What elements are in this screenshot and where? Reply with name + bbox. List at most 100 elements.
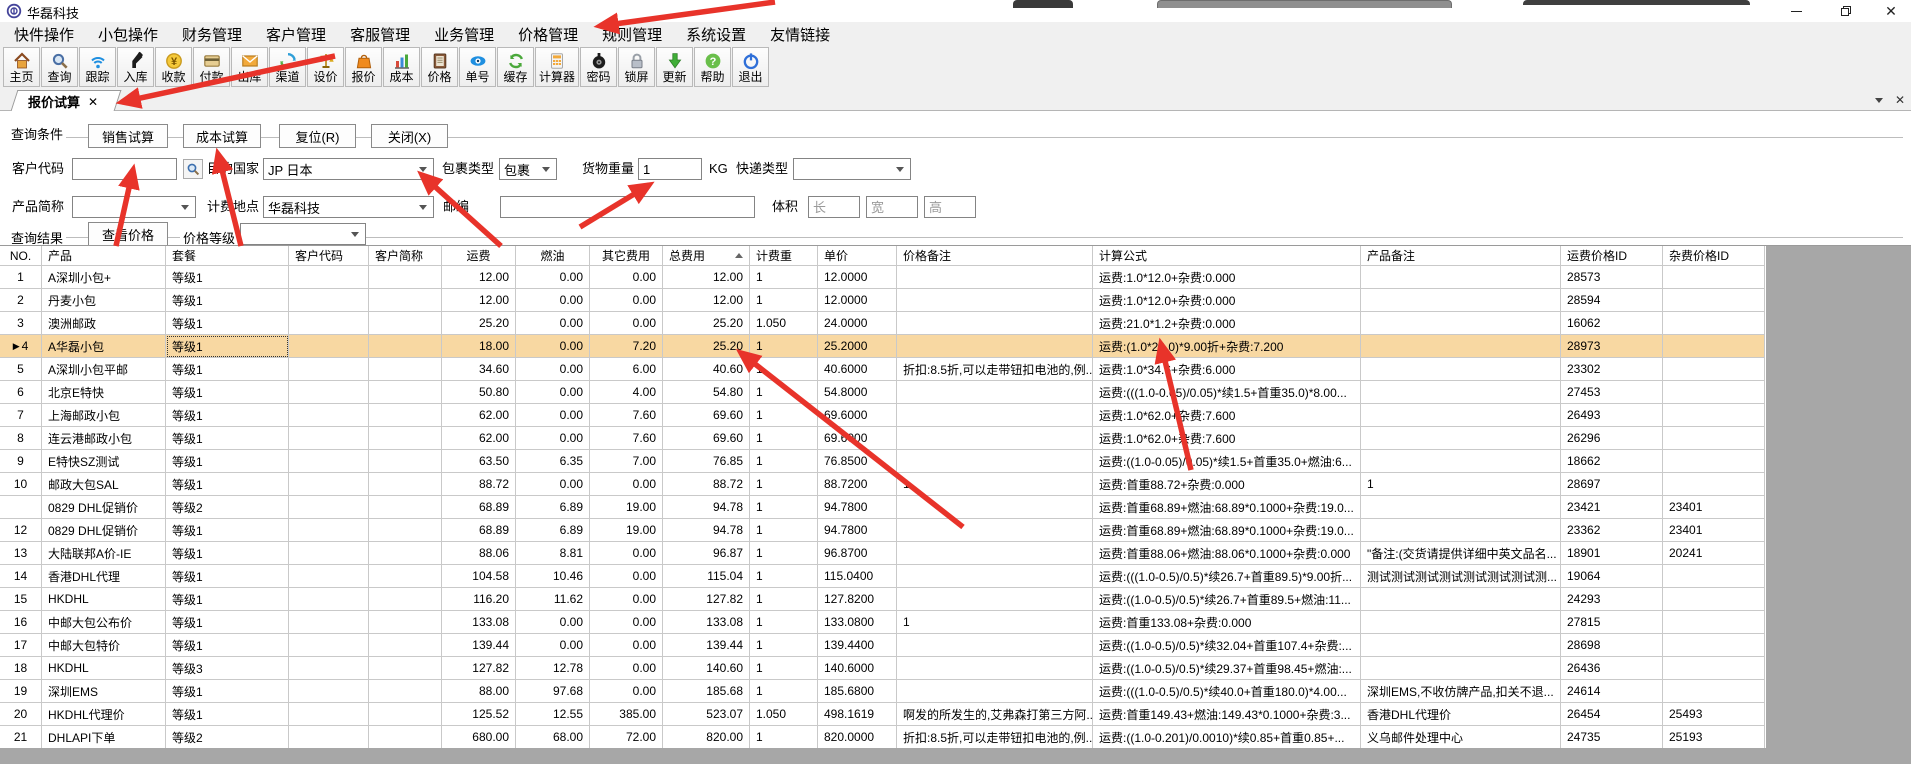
table-cell[interactable]: 0.00 <box>516 404 590 427</box>
table-cell[interactable] <box>1663 381 1765 404</box>
table-cell[interactable] <box>289 358 369 381</box>
table-cell[interactable]: 等级1 <box>166 542 289 565</box>
table-cell[interactable]: 18.00 <box>442 335 516 358</box>
table-cell[interactable]: 北京E特快 <box>42 381 166 404</box>
tab-list-dropdown-icon[interactable] <box>1875 98 1883 103</box>
table-cell[interactable]: 96.8700 <box>818 542 897 565</box>
table-cell[interactable]: 0.00 <box>516 289 590 312</box>
table-cell[interactable] <box>369 726 442 749</box>
table-cell[interactable]: 1 <box>750 358 818 381</box>
table-cell[interactable]: 139.44 <box>663 634 750 657</box>
table-row[interactable]: 15HKDHL等级1116.2011.620.00127.821127.8200… <box>0 588 1766 611</box>
table-cell[interactable] <box>1663 473 1765 496</box>
table-row[interactable]: 20HKDHL代理价等级1125.5212.55385.00523.071.05… <box>0 703 1766 726</box>
column-header[interactable]: 总费用 <box>663 246 750 266</box>
column-header[interactable]: 价格备注 <box>897 246 1093 266</box>
table-cell[interactable]: 运费:((1.0-0.5)/0.5)*续29.37+首重98.45+燃油:... <box>1093 657 1361 680</box>
table-cell[interactable]: 25.20 <box>663 312 750 335</box>
toolbar-button-密码[interactable]: 密码 <box>580 47 617 87</box>
tab-quote-trial-inner[interactable]: 报价试算 ✕ <box>28 92 98 111</box>
table-cell[interactable] <box>1663 634 1765 657</box>
table-cell[interactable]: 54.8000 <box>818 381 897 404</box>
column-header[interactable]: 客户简称 <box>369 246 442 266</box>
table-cell[interactable] <box>1663 588 1765 611</box>
table-cell[interactable]: 1.050 <box>750 703 818 726</box>
price-level-combo[interactable] <box>240 223 366 245</box>
table-cell[interactable]: 7.00 <box>590 450 663 473</box>
table-row[interactable]: 8连云港邮政小包等级162.000.007.6069.60169.6000运费:… <box>0 427 1766 450</box>
menu-item-4[interactable]: 客户管理 <box>266 24 326 45</box>
table-cell[interactable]: 香港DHL代理价 <box>1361 703 1561 726</box>
table-row[interactable]: 13大陆联邦A价-IE等级188.068.810.0096.87196.8700… <box>0 542 1766 565</box>
table-row[interactable]: 18HKDHL等级3127.8212.780.00140.601140.6000… <box>0 657 1766 680</box>
column-header[interactable]: 燃油 <box>516 246 590 266</box>
table-cell[interactable]: 26296 <box>1561 427 1663 450</box>
table-cell[interactable] <box>897 519 1093 542</box>
table-cell[interactable] <box>289 381 369 404</box>
table-cell[interactable] <box>897 680 1093 703</box>
table-cell[interactable]: 0.00 <box>516 312 590 335</box>
table-cell[interactable]: 24735 <box>1561 726 1663 749</box>
menu-item-10[interactable]: 友情链接 <box>770 24 830 45</box>
table-cell[interactable]: 12.00 <box>663 289 750 312</box>
tab-close-icon[interactable]: ✕ <box>88 95 98 109</box>
table-cell[interactable]: 运费:21.0*1.2+杂费:0.000 <box>1093 312 1361 335</box>
table-cell[interactable]: 15 <box>0 588 42 611</box>
table-cell[interactable]: 820.0000 <box>818 726 897 749</box>
table-cell[interactable]: 丹麦小包 <box>42 289 166 312</box>
table-cell[interactable] <box>369 634 442 657</box>
table-cell[interactable]: 127.82 <box>442 657 516 680</box>
close-button[interactable]: ✕ <box>1868 0 1911 22</box>
table-cell[interactable] <box>289 289 369 312</box>
reset-button[interactable]: 复位(R) <box>279 124 356 148</box>
table-cell[interactable]: 啊发的所发生的,艾弗森打第三方阿... <box>897 703 1093 726</box>
toolbar-button-设价[interactable]: 设价 <box>307 47 344 87</box>
toolbar-button-计算器[interactable]: 计算器 <box>535 47 579 87</box>
table-cell[interactable]: 等级3 <box>166 657 289 680</box>
table-cell[interactable]: 0.00 <box>590 657 663 680</box>
table-cell[interactable]: 12 <box>0 519 42 542</box>
table-cell[interactable]: 运费:首重68.89+燃油:68.89*0.1000+杂费:19.0... <box>1093 519 1361 542</box>
table-cell[interactable]: 等级1 <box>166 565 289 588</box>
table-cell[interactable] <box>897 381 1093 404</box>
close-tab-button[interactable]: 关闭(X) <box>371 124 448 148</box>
table-cell[interactable]: DHLAPI下单 <box>42 726 166 749</box>
table-cell[interactable]: 62.00 <box>442 404 516 427</box>
table-cell[interactable]: 1 <box>750 289 818 312</box>
toolbar-button-查询[interactable]: 查询 <box>41 47 78 87</box>
table-cell[interactable]: 26454 <box>1561 703 1663 726</box>
table-cell[interactable]: 28698 <box>1561 634 1663 657</box>
table-cell[interactable] <box>289 450 369 473</box>
table-cell[interactable]: 6.35 <box>516 450 590 473</box>
table-cell[interactable]: 运费:首重88.06+燃油:88.06*0.1000+杂费:0.000 <box>1093 542 1361 565</box>
table-cell[interactable] <box>1361 611 1561 634</box>
table-cell[interactable]: 12.0000 <box>818 266 897 289</box>
table-cell[interactable]: 运费:1.0*12.0+杂费:0.000 <box>1093 266 1361 289</box>
table-cell[interactable]: 上海邮政小包 <box>42 404 166 427</box>
cost-trial-button[interactable]: 成本试算 <box>183 124 261 148</box>
table-cell[interactable]: 24.0000 <box>818 312 897 335</box>
table-cell[interactable]: 24293 <box>1561 588 1663 611</box>
table-cell[interactable]: 385.00 <box>590 703 663 726</box>
table-cell[interactable] <box>369 657 442 680</box>
table-cell[interactable] <box>1361 381 1561 404</box>
table-cell[interactable] <box>369 404 442 427</box>
table-cell[interactable]: 25493 <box>1663 703 1765 726</box>
table-cell[interactable] <box>897 542 1093 565</box>
table-cell[interactable]: 139.44 <box>442 634 516 657</box>
table-cell[interactable]: 133.08 <box>663 611 750 634</box>
table-row[interactable]: 14香港DHL代理等级1104.5810.460.00115.041115.04… <box>0 565 1766 588</box>
table-cell[interactable] <box>897 496 1093 519</box>
table-cell[interactable] <box>1361 588 1561 611</box>
column-header[interactable]: 产品 <box>42 246 166 266</box>
toolbar-button-成本[interactable]: 成本 <box>383 47 420 87</box>
toolbar-button-单号[interactable]: 单号 <box>459 47 496 87</box>
table-cell[interactable]: 1 <box>750 542 818 565</box>
table-cell[interactable]: 运费:1.0*62.0+杂费:7.600 <box>1093 404 1361 427</box>
table-cell[interactable]: 0.00 <box>516 634 590 657</box>
table-cell[interactable]: 运费:(((1.0-0.5)/0.5)*续40.0+首重180.0)*4.00.… <box>1093 680 1361 703</box>
table-cell[interactable] <box>1361 312 1561 335</box>
table-cell[interactable]: 等级1 <box>166 289 289 312</box>
table-cell[interactable]: 116.20 <box>442 588 516 611</box>
table-cell[interactable]: 1 <box>750 657 818 680</box>
